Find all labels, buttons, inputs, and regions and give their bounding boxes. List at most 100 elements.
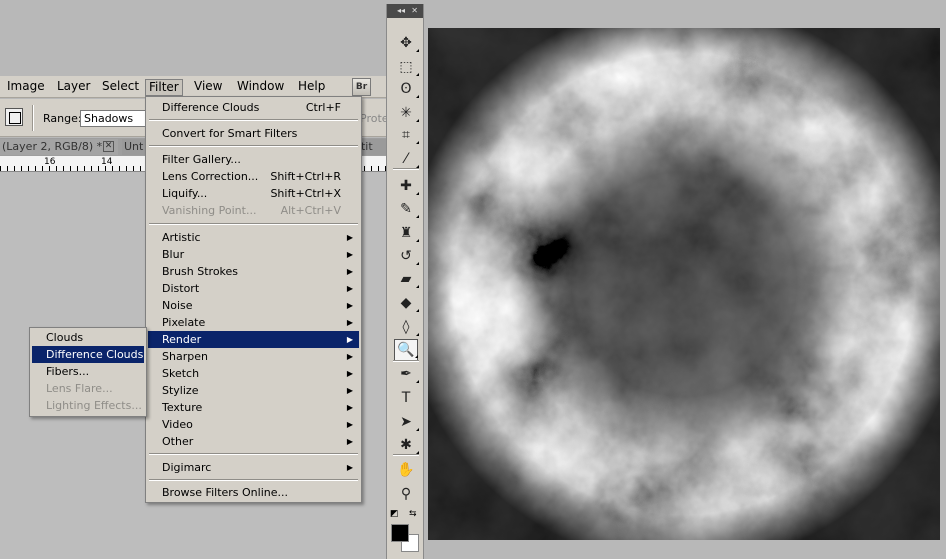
menu-item-render[interactable]: Render ▶: [148, 331, 359, 348]
menu-item-blur[interactable]: Blur ▶: [148, 246, 359, 263]
menu-item-label: Distort: [162, 282, 200, 295]
menu-filter[interactable]: Filter: [145, 79, 183, 96]
menu-item-artistic[interactable]: Artistic ▶: [148, 229, 359, 246]
menu-help[interactable]: Help: [295, 79, 328, 96]
menu-item-label: Vanishing Point...: [162, 204, 257, 217]
menu-item-label: Sketch: [162, 367, 200, 380]
range-select[interactable]: Shadows: [80, 110, 150, 127]
magic-wand-tool-icon[interactable]: ✳: [394, 102, 419, 124]
toolbox-divider: [393, 168, 419, 170]
submenu-arrow-icon: ▶: [346, 386, 353, 395]
submenu-arrow-icon: ▶: [346, 437, 353, 446]
menu-item-label: Lens Correction...: [162, 170, 259, 183]
menu-select[interactable]: Select: [99, 79, 142, 96]
eraser-tool-icon[interactable]: ▰: [394, 268, 419, 290]
difference-clouds-image: [428, 28, 940, 540]
menu-item-convert-smart-filters[interactable]: Convert for Smart Filters: [148, 125, 359, 142]
submenu-arrow-icon: ▶: [346, 250, 353, 259]
canvas-area: [424, 0, 946, 559]
menu-item-other[interactable]: Other ▶: [148, 433, 359, 450]
menu-item-label: Artistic: [162, 231, 201, 244]
protect-tones-label: Prote: [360, 112, 389, 125]
path-selection-tool-icon[interactable]: ➤: [394, 411, 419, 433]
submenu-arrow-icon: ▶: [346, 335, 353, 344]
menu-bar: Image Layer Select Filter View Window He…: [0, 76, 386, 98]
range-label: Range:: [43, 112, 82, 125]
lasso-tool-icon[interactable]: ʘ: [394, 78, 419, 100]
submenu-item-fibers[interactable]: Fibers...: [32, 363, 144, 380]
menu-divider: [149, 479, 358, 481]
hand-tool-icon[interactable]: ✋: [394, 459, 418, 481]
menu-view[interactable]: View: [191, 79, 225, 96]
menu-item-sketch[interactable]: Sketch ▶: [148, 365, 359, 382]
submenu-arrow-icon: ▶: [346, 233, 353, 242]
menu-layer[interactable]: Layer: [54, 79, 93, 96]
menu-item-texture[interactable]: Texture ▶: [148, 399, 359, 416]
paint-bucket-tool-icon[interactable]: ◆: [394, 292, 419, 314]
tab-title: (Layer 2, RGB/8) *: [2, 140, 103, 153]
document-canvas[interactable]: [428, 28, 940, 540]
menu-item-shortcut: Ctrl+F: [305, 101, 341, 114]
menu-item-label: Video: [162, 418, 193, 431]
menu-item-pixelate[interactable]: Pixelate ▶: [148, 314, 359, 331]
submenu-item-clouds[interactable]: Clouds: [32, 329, 144, 346]
close-icon[interactable]: ✕: [411, 4, 418, 18]
tab-document-active[interactable]: (Layer 2, RGB/8) * ✕: [0, 139, 118, 155]
submenu-arrow-icon: ▶: [346, 318, 353, 327]
menu-item-lens-correction[interactable]: Lens Correction... Shift+Ctrl+R: [148, 168, 359, 185]
menu-item-brush-strokes[interactable]: Brush Strokes ▶: [148, 263, 359, 280]
menu-item-label: Noise: [162, 299, 193, 312]
menu-item-label: Blur: [162, 248, 185, 261]
submenu-item-difference-clouds[interactable]: Difference Clouds: [32, 346, 144, 363]
eyedropper-tool-icon[interactable]: ⁄: [394, 148, 419, 170]
swap-colors-icon[interactable]: ⇆: [409, 509, 417, 519]
menu-divider: [149, 145, 358, 147]
move-tool-icon[interactable]: ✥: [394, 32, 419, 54]
zoom-tool-icon[interactable]: ⚲: [394, 483, 418, 505]
menu-window[interactable]: Window: [234, 79, 287, 96]
collapse-icon[interactable]: ◂◂: [397, 4, 405, 18]
menu-item-video[interactable]: Video ▶: [148, 416, 359, 433]
menu-item-label: Difference Clouds: [162, 101, 260, 114]
healing-brush-tool-icon[interactable]: ✚: [394, 175, 419, 197]
submenu-arrow-icon: ▶: [346, 301, 353, 310]
marquee-tool-icon[interactable]: ⬚: [394, 56, 419, 78]
menu-divider: [149, 223, 358, 225]
menu-item-shortcut: Alt+Ctrl+V: [280, 204, 341, 217]
blur-tool-icon[interactable]: ◊: [394, 316, 419, 338]
pen-tool-icon[interactable]: ✒: [394, 363, 419, 385]
menu-divider: [149, 453, 358, 455]
dodge-tool-icon[interactable]: 🔍: [394, 339, 418, 361]
brush-tool-icon[interactable]: ✎: [394, 198, 419, 220]
menu-item-filter-gallery[interactable]: Filter Gallery...: [148, 151, 359, 168]
menu-item-noise[interactable]: Noise ▶: [148, 297, 359, 314]
foreground-color-swatch[interactable]: [391, 524, 409, 542]
menu-item-digimarc[interactable]: Digimarc ▶: [148, 459, 359, 476]
menu-item-browse-filters-online[interactable]: Browse Filters Online...: [148, 484, 359, 501]
menu-item-sharpen[interactable]: Sharpen ▶: [148, 348, 359, 365]
clone-stamp-tool-icon[interactable]: ♜: [394, 222, 419, 244]
menu-item-liquify[interactable]: Liquify... Shift+Ctrl+X: [148, 185, 359, 202]
submenu-arrow-icon: ▶: [346, 267, 353, 276]
history-brush-tool-icon[interactable]: ↺: [394, 245, 419, 267]
menu-item-distort[interactable]: Distort ▶: [148, 280, 359, 297]
menu-item-label: Sharpen: [162, 350, 208, 363]
menu-divider: [149, 119, 358, 121]
type-tool-icon[interactable]: T: [394, 387, 418, 409]
submenu-arrow-icon: ▶: [346, 463, 353, 472]
tool-preset-picker[interactable]: [5, 108, 23, 126]
filter-menu: Difference Clouds Ctrl+F Convert for Sma…: [145, 96, 362, 503]
menu-item-label: Digimarc: [162, 461, 212, 474]
tools-panel-header: ◂◂ ✕: [387, 4, 423, 18]
menu-item-label: Liquify...: [162, 187, 208, 200]
menu-item-label: Other: [162, 435, 194, 448]
bridge-button[interactable]: Br: [352, 78, 371, 96]
menu-image[interactable]: Image: [4, 79, 48, 96]
menu-item-stylize[interactable]: Stylize ▶: [148, 382, 359, 399]
close-icon[interactable]: ✕: [103, 141, 114, 152]
menu-item-last-filter[interactable]: Difference Clouds Ctrl+F: [148, 99, 359, 116]
crop-tool-icon[interactable]: ⌗: [394, 124, 419, 146]
default-colors-icon[interactable]: ◩: [390, 509, 399, 519]
custom-shape-tool-icon[interactable]: ✱: [394, 434, 419, 456]
submenu-arrow-icon: ▶: [346, 352, 353, 361]
